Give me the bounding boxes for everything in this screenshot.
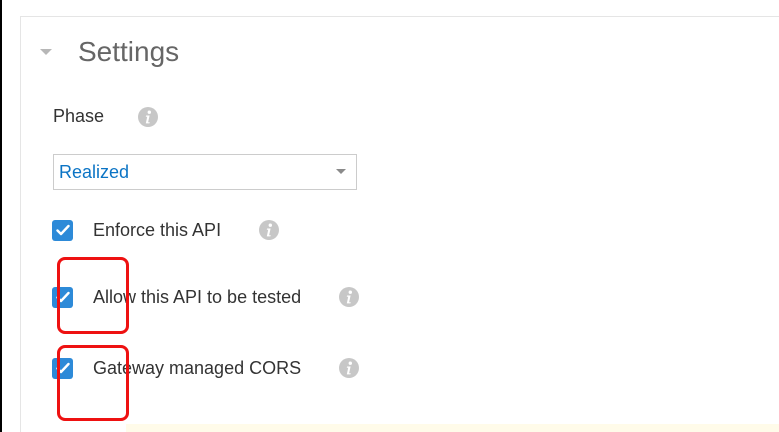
checkmark-icon <box>55 291 70 303</box>
info-icon[interactable] <box>259 220 280 240</box>
gateway-cors-checkbox[interactable] <box>52 357 73 379</box>
enforce-api-option: Enforce this API <box>52 217 280 243</box>
screenshot-frame: Settings Phase Realized Enforce this API <box>0 0 779 432</box>
gateway-cors-label: Gateway managed CORS <box>93 357 302 378</box>
info-icon[interactable] <box>339 287 360 307</box>
chevron-down-icon <box>40 49 52 55</box>
checkmark-icon <box>55 362 70 374</box>
enforce-api-checkbox[interactable] <box>52 219 73 241</box>
settings-title: Settings <box>78 36 180 67</box>
phase-select[interactable]: Realized <box>53 154 357 190</box>
caret-down-icon <box>336 169 346 174</box>
phase-selected-value: Realized <box>59 162 130 182</box>
checkmark-icon <box>55 224 70 236</box>
gateway-cors-option: Gateway managed CORS <box>52 355 360 381</box>
settings-section-header[interactable]: Settings <box>38 32 179 72</box>
info-icon[interactable] <box>339 358 360 378</box>
allow-api-test-label: Allow this API to be tested <box>93 286 302 307</box>
enforce-api-label: Enforce this API <box>93 219 222 240</box>
info-icon[interactable] <box>138 106 159 127</box>
allow-api-test-checkbox[interactable] <box>52 286 73 308</box>
phase-label: Phase <box>53 106 105 126</box>
phase-row: Phase <box>53 106 159 127</box>
bottom-note-strip <box>126 424 779 432</box>
allow-api-test-option: Allow this API to be tested <box>52 284 360 310</box>
